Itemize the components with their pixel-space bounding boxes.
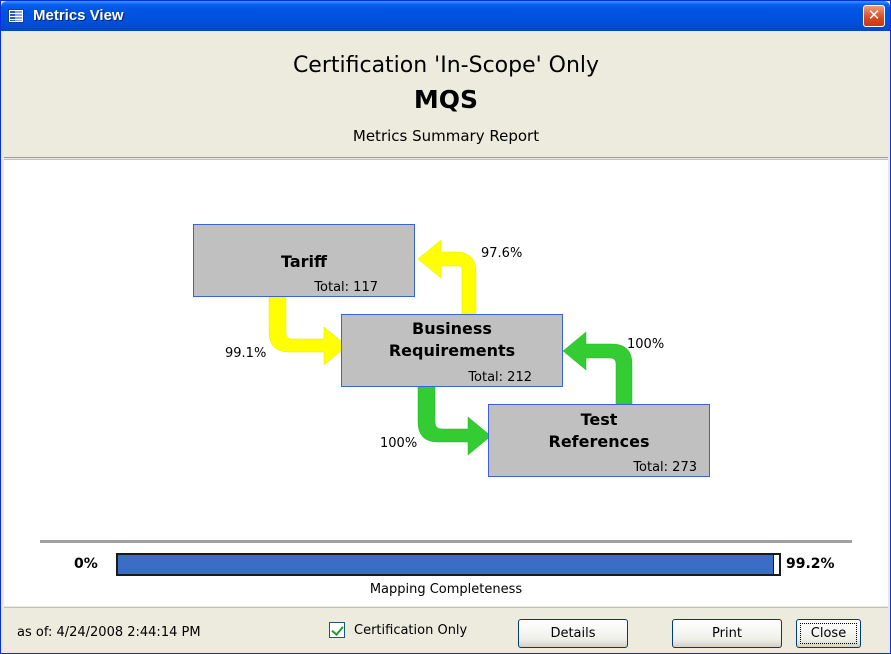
window-title: Metrics View (33, 7, 124, 24)
pct-business-to-tariff: 97.6% (481, 246, 523, 261)
footer-bar: as of: 4/24/2008 2:44:14 PM Certificatio… (4, 607, 888, 652)
window-close-button[interactable]: ✕ (863, 5, 885, 27)
as-of-timestamp: as of: 4/24/2008 2:44:14 PM (17, 625, 201, 640)
title-bar[interactable]: Metrics View ✕ (1, 1, 890, 31)
business-node-title-line1: Business (412, 319, 492, 338)
arrow-tariff-to-business (268, 296, 348, 366)
pct-business-to-test: 100% (380, 436, 418, 451)
certification-only-checkbox[interactable] (329, 622, 345, 638)
pct-test-to-business: 100% (627, 337, 665, 352)
divider (40, 540, 852, 543)
report-subtitle: Metrics Summary Report (352, 127, 540, 145)
progress-max-label: 99.2% (786, 556, 835, 572)
business-node-total: Total: 212 (468, 370, 532, 385)
progress-min-label: 0% (74, 556, 98, 572)
test-references-node: Test References Total: 273 (488, 404, 710, 477)
mapping-completeness-bar (116, 553, 781, 576)
business-requirements-node: Business Requirements Total: 212 (341, 314, 563, 387)
report-scope-title: Certification 'In-Scope' Only (292, 53, 600, 78)
report-body: Tariff Total: 117 Business Requirements … (4, 159, 888, 606)
tariff-node-total: Total: 117 (314, 280, 378, 295)
form-icon (8, 9, 24, 23)
pct-tariff-to-business: 99.1% (225, 346, 267, 361)
report-project-name: MQS (413, 85, 479, 114)
progress-caption: Mapping Completeness (369, 582, 523, 597)
close-button[interactable]: Close (796, 619, 861, 648)
details-button[interactable]: Details (518, 619, 628, 648)
test-node-title-line1: Test (580, 410, 618, 429)
metrics-view-window: Metrics View ✕ Certification 'In-Scope' … (0, 0, 891, 654)
certification-only-label[interactable]: Certification Only (354, 623, 467, 638)
business-node-title-line2: Requirements (388, 341, 516, 360)
test-node-total: Total: 273 (633, 460, 697, 475)
mapping-completeness-fill (118, 555, 774, 574)
arrow-business-to-tariff (417, 239, 477, 319)
test-node-title-line2: References (548, 432, 650, 451)
print-button[interactable]: Print (672, 619, 782, 648)
report-header: Certification 'In-Scope' Only MQS Metric… (4, 31, 888, 158)
close-icon: ✕ (867, 6, 881, 24)
arrow-test-to-business (562, 331, 633, 405)
arrow-business-to-test (417, 385, 492, 456)
tariff-node: Tariff Total: 117 (193, 224, 415, 297)
tariff-node-title: Tariff (281, 252, 327, 271)
